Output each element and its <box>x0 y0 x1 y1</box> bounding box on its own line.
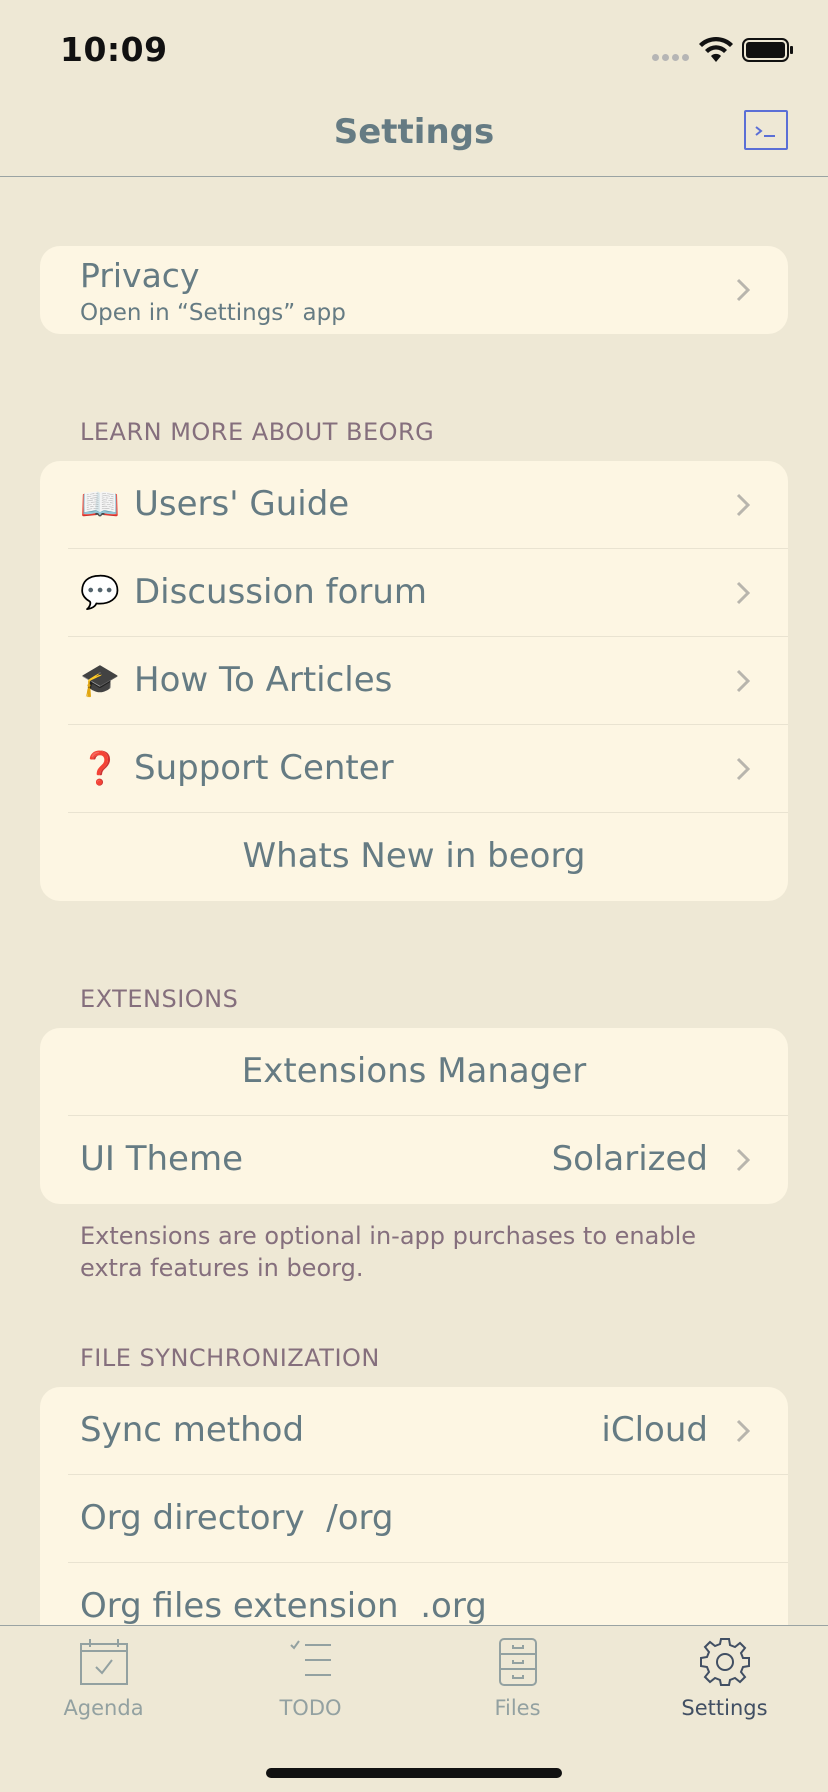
gear-icon <box>699 1638 750 1686</box>
users-guide-label: Users' Guide <box>134 484 350 524</box>
chevron-right-icon <box>736 581 750 605</box>
settings-list[interactable]: Privacy Open in “Settings” app LEARN MOR… <box>0 178 828 1625</box>
status-bar: 10:09 <box>0 0 828 96</box>
ui-theme-row[interactable]: UI Theme Solarized <box>68 1116 788 1204</box>
tab-settings-label: Settings <box>681 1696 768 1720</box>
navigation-bar: Settings <box>0 96 828 177</box>
whats-new-label: Whats New in beorg <box>242 836 586 876</box>
privacy-subtitle: Open in “Settings” app <box>80 300 346 326</box>
tab-settings[interactable]: Settings <box>621 1636 828 1720</box>
page-title: Settings <box>333 112 495 152</box>
status-time: 10:09 <box>60 30 168 69</box>
how-to-articles-row[interactable]: 🎓 How To Articles <box>68 637 788 725</box>
org-files-extension-label: Org files extension <box>80 1586 399 1625</box>
tab-agenda-label: Agenda <box>63 1696 144 1720</box>
extensions-header: EXTENSIONS <box>80 985 239 1013</box>
extensions-group: Extensions Manager UI Theme Solarized <box>40 1028 788 1204</box>
chevron-right-icon <box>736 1419 750 1443</box>
tab-files[interactable]: Files <box>414 1636 621 1720</box>
learn-more-header: LEARN MORE ABOUT BEORG <box>80 418 435 446</box>
ui-theme-value: Solarized <box>551 1139 708 1179</box>
home-indicator[interactable] <box>266 1768 562 1778</box>
battery-icon <box>742 38 793 62</box>
speech-bubble-icon: 💬 <box>80 573 120 611</box>
org-directory-value[interactable]: /org <box>326 1498 393 1538</box>
sync-method-value: iCloud <box>601 1410 708 1450</box>
calendar-icon <box>79 1639 128 1685</box>
discussion-forum-row[interactable]: 💬 Discussion forum <box>68 549 788 637</box>
support-center-row[interactable]: ❓ Support Center <box>68 725 788 813</box>
tab-bar: Agenda TODO Files Settings <box>0 1625 828 1792</box>
file-sync-group: Sync method iCloud Org directory /org Or… <box>40 1387 788 1625</box>
org-directory-label: Org directory <box>80 1498 305 1538</box>
terminal-icon <box>755 126 775 137</box>
file-cabinet-icon <box>498 1638 537 1686</box>
org-files-extension-row[interactable]: Org files extension .org <box>68 1563 788 1625</box>
question-mark-icon: ❓ <box>80 749 120 787</box>
chevron-right-icon <box>736 757 750 781</box>
checklist-icon <box>289 1640 331 1676</box>
privacy-title: Privacy <box>80 256 200 295</box>
tab-files-label: Files <box>494 1696 541 1720</box>
extensions-footer: Extensions are optional in-app purchases… <box>80 1222 697 1282</box>
chevron-right-icon <box>736 669 750 693</box>
sync-method-label: Sync method <box>80 1410 305 1450</box>
chevron-right-icon <box>736 493 750 517</box>
sync-method-row[interactable]: Sync method iCloud <box>68 1387 788 1475</box>
org-files-extension-value[interactable]: .org <box>420 1586 487 1625</box>
whats-new-row[interactable]: Whats New in beorg <box>68 813 788 901</box>
tab-agenda[interactable]: Agenda <box>0 1636 207 1720</box>
chevron-right-icon <box>736 1148 750 1172</box>
users-guide-row[interactable]: 📖 Users' Guide <box>68 461 788 549</box>
ui-theme-label: UI Theme <box>80 1139 243 1179</box>
org-directory-row[interactable]: Org directory /org <box>68 1475 788 1563</box>
discussion-forum-label: Discussion forum <box>134 572 428 612</box>
terminal-button[interactable] <box>744 110 788 150</box>
privacy-row[interactable]: Privacy Open in “Settings” app <box>40 246 788 334</box>
file-sync-header: FILE SYNCHRONIZATION <box>80 1344 380 1372</box>
settings-screen: 10:09 Settings Privacy Open in “Settings… <box>0 0 828 1792</box>
support-center-label: Support Center <box>134 748 394 788</box>
tab-todo-label: TODO <box>279 1696 342 1720</box>
extensions-manager-row[interactable]: Extensions Manager <box>68 1028 788 1116</box>
graduation-cap-icon: 🎓 <box>80 661 120 699</box>
learn-more-group: 📖 Users' Guide 💬 Discussion forum 🎓 How To … <box>40 461 788 901</box>
extensions-manager-label: Extensions Manager <box>241 1051 587 1091</box>
chevron-right-icon <box>736 278 750 302</box>
book-icon: 📖 <box>80 485 120 523</box>
cellular-signal-icon <box>652 54 692 62</box>
how-to-articles-label: How To Articles <box>134 660 393 700</box>
tab-todo[interactable]: TODO <box>207 1636 414 1720</box>
wifi-icon <box>699 36 733 62</box>
